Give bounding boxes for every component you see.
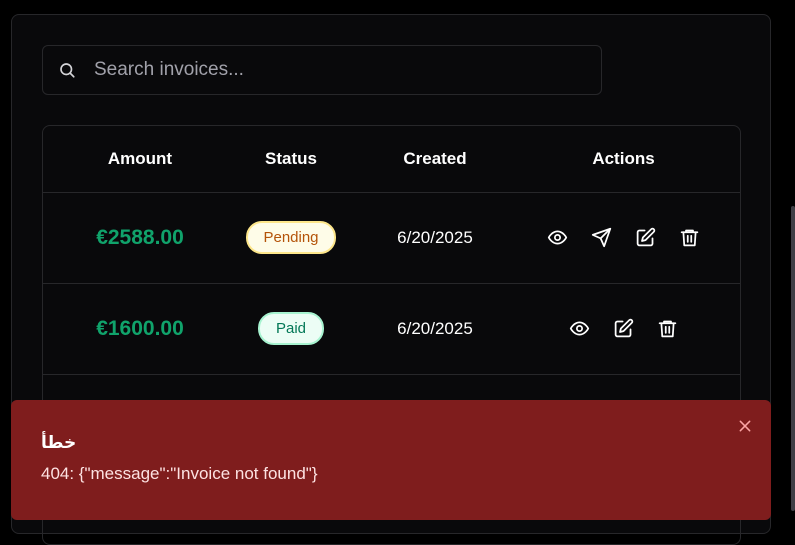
close-icon[interactable] — [735, 416, 755, 436]
edit-icon[interactable] — [613, 318, 635, 340]
invoice-amount: €2588.00 — [96, 225, 184, 249]
table-row: €2588.00 Pending 6/20/2025 — [43, 192, 740, 284]
delete-icon[interactable] — [657, 318, 679, 340]
page-scrollbar[interactable] — [791, 206, 795, 511]
table-header-row: Amount Status Created Actions — [43, 126, 740, 193]
search-icon — [57, 60, 77, 80]
invoice-created-date: 6/20/2025 — [397, 227, 473, 247]
column-header-status: Status — [265, 149, 317, 168]
delete-icon[interactable] — [679, 227, 701, 249]
toast-title: خطأ — [41, 433, 77, 452]
status-badge: Pending — [246, 221, 336, 254]
search-box[interactable] — [42, 45, 602, 95]
invoice-amount: €1600.00 — [96, 316, 184, 340]
search-input[interactable] — [77, 46, 601, 94]
toast-message: 404: {"message":"Invoice not found"} — [41, 464, 318, 483]
status-badge: Paid — [257, 312, 325, 345]
column-header-amount: Amount — [107, 149, 173, 168]
table-row: €1600.00 Paid 6/20/2025 — [43, 283, 740, 375]
error-toast: خطأ 404: {"message":"Invoice not found"} — [11, 400, 771, 520]
send-icon[interactable] — [591, 227, 613, 249]
column-header-created: Created — [403, 149, 467, 168]
invoice-created-date: 6/20/2025 — [397, 318, 473, 338]
column-header-actions: Actions — [592, 149, 655, 168]
view-icon[interactable] — [547, 227, 569, 249]
view-icon[interactable] — [569, 318, 591, 340]
edit-icon[interactable] — [635, 227, 657, 249]
